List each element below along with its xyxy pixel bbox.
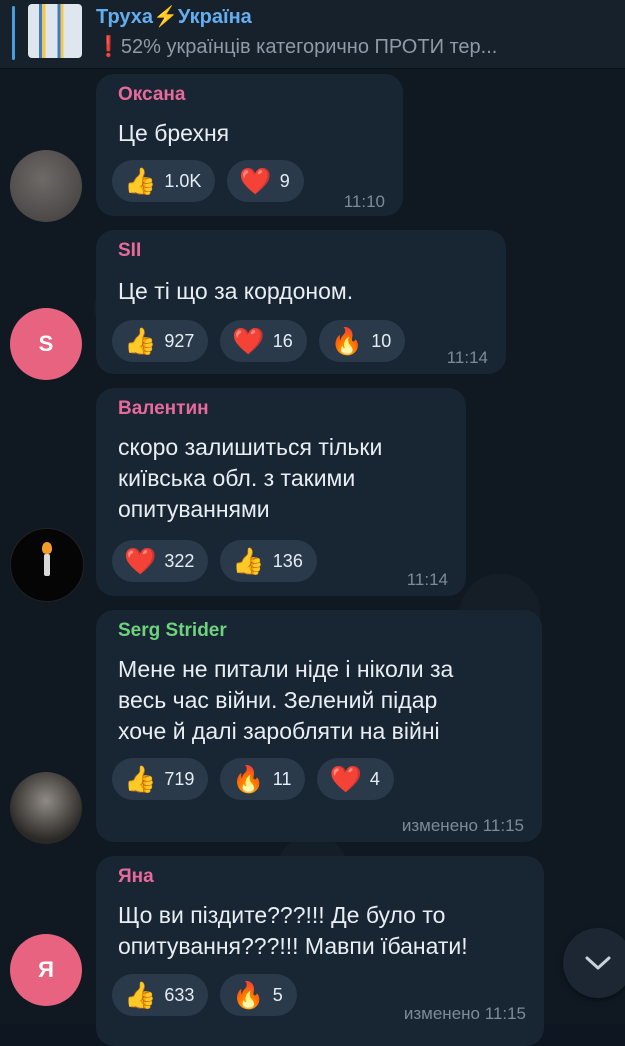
- thumbs-up-icon: 👍: [124, 166, 157, 196]
- message-text-line: хоче й далі заробляти на війні: [118, 718, 440, 744]
- message-time: изменено 11:15: [401, 816, 524, 835]
- candle-icon: [42, 542, 52, 576]
- heart-icon: ❤️: [124, 546, 157, 576]
- fire-icon: 🔥: [232, 764, 265, 794]
- reaction-heart[interactable]: ❤️ 322: [112, 540, 209, 582]
- heart-icon: ❤️: [329, 764, 362, 794]
- thumbs-up-icon: 👍: [124, 326, 157, 356]
- reaction-thumbs-up[interactable]: 👍 1.0K: [112, 160, 216, 202]
- reaction-heart[interactable]: ❤️ 4: [317, 758, 394, 800]
- message-time: 11:10: [343, 192, 385, 211]
- reaction-fire[interactable]: 🔥 11: [220, 758, 306, 800]
- heart-icon: ❤️: [232, 326, 265, 356]
- reaction-fire[interactable]: 🔥 5: [220, 974, 297, 1016]
- message-bubble[interactable]: SII Це ті що за кордоном. 👍 927 ❤️ 16 🔥 …: [96, 230, 506, 374]
- reaction-count: 322: [164, 550, 195, 571]
- heart-icon: ❤️: [239, 166, 272, 196]
- fire-icon: 🔥: [330, 326, 364, 356]
- avatar[interactable]: [10, 150, 82, 222]
- message-time: 11:14: [446, 348, 488, 367]
- pinned-indicator: [12, 6, 15, 60]
- pinned-thumbnail: [28, 4, 82, 58]
- message-text: Це ті що за кордоном.: [118, 278, 354, 304]
- message-time: изменено 11:15: [403, 1004, 526, 1023]
- reaction-count: 5: [272, 984, 283, 1005]
- message-bubble[interactable]: Яна Що ви піздите???!!! Де було то опиту…: [96, 856, 544, 1046]
- thumbs-up-icon: 👍: [232, 546, 265, 576]
- reaction-count: 1.0K: [164, 170, 202, 191]
- reaction-count: 11: [272, 768, 292, 789]
- reaction-thumbs-up[interactable]: 👍 633: [112, 974, 209, 1016]
- reaction-count: 136: [272, 550, 303, 571]
- reaction-thumbs-up[interactable]: 👍 927: [112, 320, 209, 362]
- message-text-line: скоро залишиться тільки: [118, 434, 383, 460]
- scroll-down-button[interactable]: [563, 928, 625, 998]
- sender-name[interactable]: Serg Strider: [118, 620, 227, 642]
- reaction-count: 10: [371, 330, 392, 351]
- reaction-count: 633: [164, 984, 195, 1005]
- reaction-thumbs-up[interactable]: 👍 719: [112, 758, 209, 800]
- message-text-line: Мене не питали ніде і ніколи за: [118, 656, 454, 682]
- avatar[interactable]: [10, 772, 82, 844]
- reaction-count: 927: [164, 330, 195, 351]
- thumbs-up-icon: 👍: [124, 980, 157, 1010]
- message-text-line: весь час війни. Зелений підар: [118, 687, 438, 713]
- message-text-line: київська обл. з такими: [118, 465, 356, 491]
- sender-name[interactable]: SII: [118, 240, 141, 262]
- reaction-count: 719: [164, 768, 195, 789]
- message-text: Що ви піздите???!!! Де було то опитуванн…: [118, 900, 468, 962]
- reaction-heart[interactable]: ❤️ 16: [220, 320, 307, 362]
- message-bubble[interactable]: Валентин скоро залишиться тільки київськ…: [96, 388, 466, 596]
- reaction-count: 9: [279, 170, 290, 191]
- message-text: Мене не питали ніде і ніколи за весь час…: [118, 654, 453, 747]
- sender-name[interactable]: Оксана: [118, 84, 185, 106]
- message-text-line: опитуваннями: [118, 496, 270, 522]
- sender-name[interactable]: Яна: [118, 866, 154, 888]
- chevron-down-icon: [585, 956, 611, 970]
- avatar[interactable]: [10, 528, 84, 602]
- message-text: Це брехня: [118, 120, 230, 146]
- avatar[interactable]: S: [10, 308, 82, 380]
- message-text-line: опитування???!!! Мавпи їбанати!: [118, 933, 468, 959]
- sender-name[interactable]: Валентин: [118, 398, 209, 420]
- pinned-channel-title: Труха⚡Україна: [96, 6, 252, 28]
- reaction-fire[interactable]: 🔥 10: [318, 320, 406, 362]
- message-bubble[interactable]: Serg Strider Мене не питали ніде і нікол…: [96, 610, 542, 842]
- reaction-count: 4: [369, 768, 380, 789]
- reaction-thumbs-up[interactable]: 👍 136: [220, 540, 317, 582]
- pinned-message-bar[interactable]: Труха⚡Україна ❗52% українців категорично…: [0, 0, 625, 69]
- message-text: скоро залишиться тільки київська обл. з …: [118, 432, 382, 525]
- avatar[interactable]: Я: [10, 934, 82, 1006]
- message-time: 11:14: [406, 570, 448, 589]
- thumbs-up-icon: 👍: [124, 764, 157, 794]
- message-text-line: Що ви піздите???!!! Де було то: [118, 902, 446, 928]
- fire-icon: 🔥: [232, 980, 265, 1010]
- pinned-message-preview: ❗52% українців категорично ПРОТИ тер...: [96, 36, 498, 58]
- message-bubble[interactable]: Оксана Це брехня 👍 1.0K ❤️ 9 11:10: [96, 74, 403, 216]
- reaction-heart[interactable]: ❤️ 9: [227, 160, 304, 202]
- reaction-count: 16: [272, 330, 293, 351]
